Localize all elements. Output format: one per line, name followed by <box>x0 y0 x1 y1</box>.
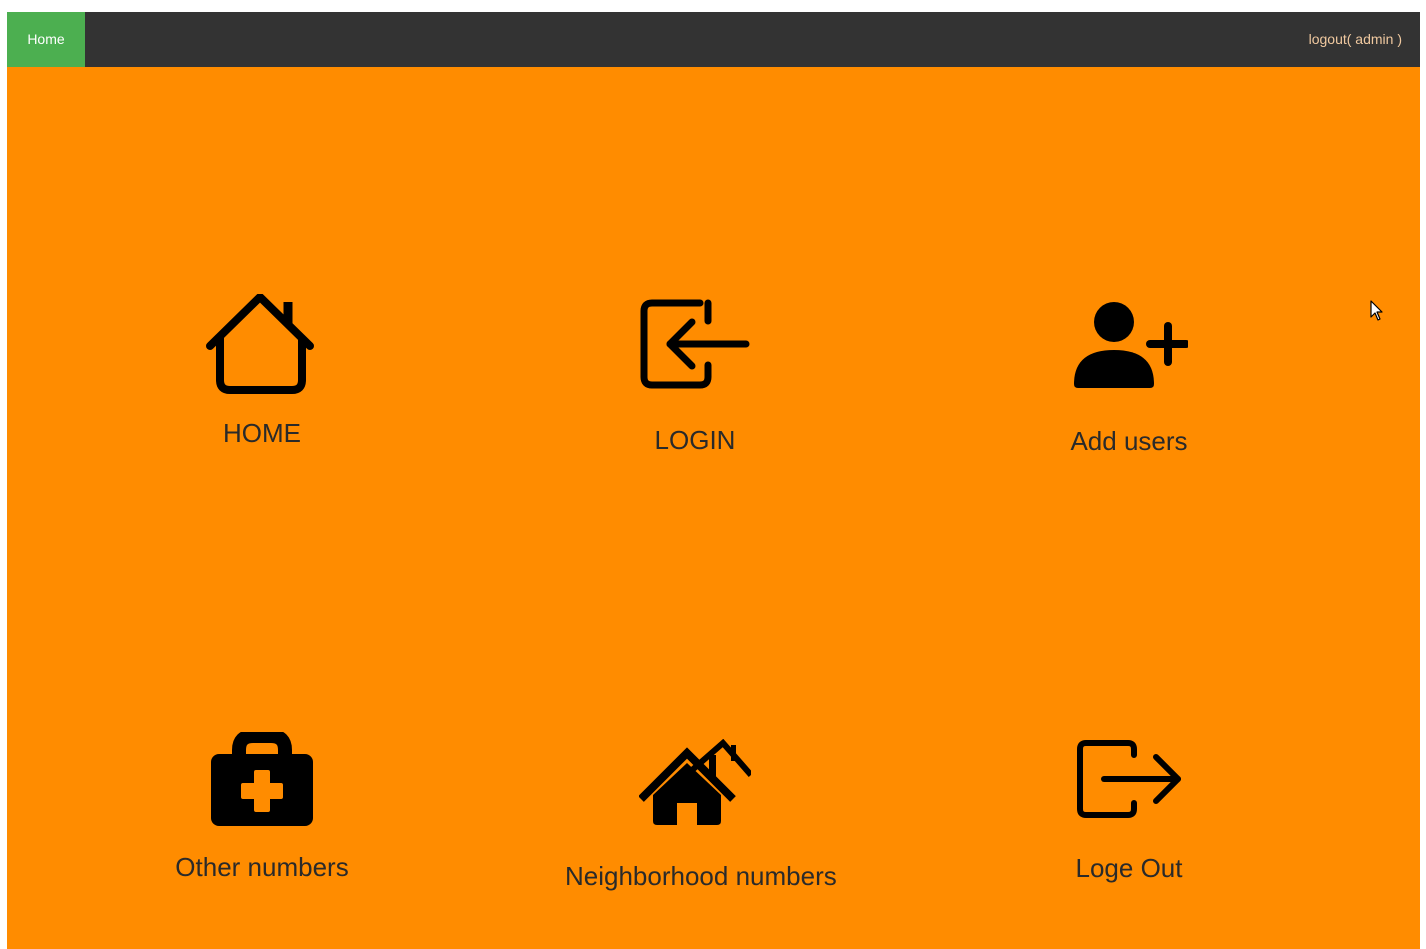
tile-login-label: LOGIN <box>654 425 736 455</box>
logout-icon <box>1077 740 1181 818</box>
tile-other-numbers[interactable]: Other numbers <box>132 732 392 883</box>
houses-icon <box>639 739 751 825</box>
tile-logout[interactable]: Loge Out <box>999 739 1259 884</box>
tile-other-numbers-label: Other numbers <box>175 852 349 882</box>
tile-home[interactable]: HOME <box>132 294 392 449</box>
tile-neighborhood-numbers-label: Neighborhood numbers <box>565 861 837 891</box>
tile-add-users[interactable]: Add users <box>999 300 1259 457</box>
tile-neighborhood-numbers[interactable]: Neighborhood numbers <box>565 739 837 892</box>
tile-home-label: HOME <box>223 418 301 448</box>
dashboard-page: Home logout( admin ) HOME LOGIN Add user… <box>7 12 1420 949</box>
tile-login[interactable]: LOGIN <box>565 299 825 456</box>
login-icon <box>640 299 750 389</box>
mouse-pointer-icon <box>1370 300 1383 321</box>
tile-add-users-label: Add users <box>1070 426 1188 456</box>
home-icon <box>206 294 314 394</box>
top-navbar: Home logout( admin ) <box>7 12 1420 67</box>
nav-logout-link[interactable]: logout( admin ) <box>1309 12 1402 67</box>
add-user-icon <box>1074 302 1188 388</box>
medical-kit-icon <box>211 732 313 826</box>
tile-logout-label: Loge Out <box>1075 853 1183 883</box>
nav-home-link[interactable]: Home <box>7 12 85 67</box>
